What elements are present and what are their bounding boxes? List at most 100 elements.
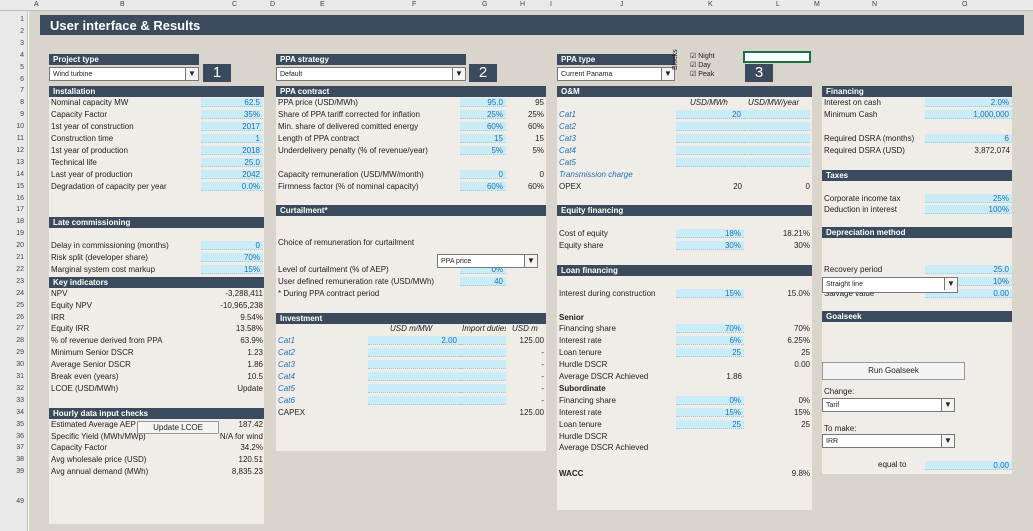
om-usd-mw-year-input[interactable] bbox=[744, 134, 810, 143]
row-header[interactable]: 14 bbox=[16, 171, 24, 178]
equity-input[interactable]: 30% bbox=[676, 241, 744, 251]
row-header[interactable]: 29 bbox=[16, 349, 24, 356]
row-header[interactable]: 3 bbox=[20, 40, 24, 47]
depreciation-input[interactable]: 25.0 bbox=[925, 264, 1012, 274]
update-lcoe-button[interactable]: Update LCOE bbox=[137, 421, 219, 434]
block-day-checkbox[interactable]: ☑ Day bbox=[690, 61, 711, 69]
depreciation-method-dropdown[interactable]: Straight line ▼ bbox=[822, 277, 958, 293]
row-header[interactable]: 7 bbox=[20, 87, 24, 94]
row-header[interactable]: 26 bbox=[16, 314, 24, 321]
column-header[interactable]: L bbox=[776, 1, 780, 8]
column-header[interactable]: F bbox=[412, 1, 416, 8]
ppa-input[interactable]: 0 bbox=[460, 169, 506, 179]
row-header[interactable]: 15 bbox=[16, 183, 24, 190]
installation-input[interactable]: 1 bbox=[201, 134, 263, 143]
late-input[interactable]: 70% bbox=[201, 253, 263, 262]
row-header[interactable]: 2 bbox=[20, 28, 24, 35]
subordinate-input[interactable]: 25 bbox=[676, 419, 744, 429]
investment-duties-input[interactable] bbox=[460, 372, 506, 381]
row-header[interactable]: 49 bbox=[16, 498, 24, 505]
block-peak-checkbox[interactable]: ☑ Peak bbox=[690, 70, 714, 78]
row-header[interactable]: 12 bbox=[16, 147, 24, 154]
investment-duties-input[interactable] bbox=[460, 395, 506, 405]
ppa-input[interactable]: 60% bbox=[460, 181, 506, 191]
row-header[interactable]: 6 bbox=[20, 76, 24, 83]
row-header[interactable]: 21 bbox=[16, 254, 24, 261]
om-usd-mwh-input[interactable] bbox=[676, 134, 744, 143]
installation-input[interactable]: 2042 bbox=[201, 169, 263, 179]
investment-input[interactable] bbox=[368, 372, 460, 381]
row-header[interactable]: 34 bbox=[16, 409, 24, 416]
selected-cell[interactable] bbox=[743, 51, 811, 63]
column-header[interactable]: E bbox=[320, 1, 325, 8]
row-header[interactable]: 10 bbox=[16, 123, 24, 130]
om-usd-mwh-input[interactable] bbox=[676, 122, 744, 132]
row-header[interactable]: 39 bbox=[16, 468, 24, 475]
investment-duties-input[interactable] bbox=[460, 360, 506, 370]
project-type-dropdown[interactable]: Wind turbine ▼ bbox=[49, 67, 199, 81]
row-header[interactable]: 23 bbox=[16, 278, 24, 285]
investment-duties-input[interactable] bbox=[460, 383, 506, 393]
investment-input[interactable] bbox=[368, 383, 460, 393]
financing-input[interactable]: 2.0% bbox=[925, 98, 1012, 108]
column-header[interactable]: A bbox=[34, 1, 39, 8]
column-header[interactable]: D bbox=[270, 1, 275, 8]
row-header[interactable]: 28 bbox=[16, 337, 24, 344]
column-header[interactable]: K bbox=[708, 1, 713, 8]
investment-duties-input[interactable] bbox=[460, 336, 506, 346]
dsra-months-input[interactable]: 6 bbox=[925, 134, 1012, 143]
om-usd-mw-year-input[interactable] bbox=[744, 145, 810, 155]
installation-input[interactable]: 62.5 bbox=[201, 98, 263, 108]
column-header[interactable]: N bbox=[872, 1, 877, 8]
row-header[interactable]: 32 bbox=[16, 385, 24, 392]
om-usd-mw-year-input[interactable] bbox=[744, 157, 810, 167]
curtailment-remuneration-dropdown[interactable]: PPA price ▼ bbox=[437, 254, 538, 268]
om-usd-mw-year-input[interactable] bbox=[744, 122, 810, 132]
ppa-type-dropdown[interactable]: Current Panama ▼ bbox=[557, 67, 675, 81]
financing-input[interactable]: 1,000,000 bbox=[925, 110, 1012, 120]
investment-input[interactable]: 2.00 bbox=[368, 336, 460, 346]
row-header[interactable]: 17 bbox=[16, 206, 24, 213]
row-header[interactable]: 24 bbox=[16, 290, 24, 297]
senior-input[interactable]: 70% bbox=[676, 324, 744, 334]
curtailment-rate-input[interactable]: 40 bbox=[460, 276, 506, 286]
ppa-input[interactable]: 5% bbox=[460, 145, 506, 155]
tax-input[interactable]: 25% bbox=[925, 193, 1012, 203]
goalseek-change-dropdown[interactable]: Tarif ▼ bbox=[822, 398, 955, 412]
equity-input[interactable]: 18% bbox=[676, 229, 744, 239]
senior-input[interactable]: 25 bbox=[676, 348, 744, 358]
tax-input[interactable]: 100% bbox=[925, 205, 1012, 215]
installation-input[interactable]: 2017 bbox=[201, 122, 263, 132]
goalseek-equal-input[interactable]: 0.00 bbox=[925, 461, 1012, 470]
row-header[interactable]: 1 bbox=[20, 16, 24, 23]
om-usd-mwh-input[interactable] bbox=[676, 157, 744, 167]
row-header[interactable]: 20 bbox=[16, 242, 24, 249]
subordinate-input[interactable]: 0% bbox=[676, 395, 744, 405]
row-header[interactable]: 36 bbox=[16, 433, 24, 440]
ppa-input[interactable]: 15 bbox=[460, 134, 506, 143]
investment-input[interactable] bbox=[368, 348, 460, 358]
column-header[interactable]: I bbox=[550, 1, 552, 8]
investment-input[interactable] bbox=[368, 360, 460, 370]
installation-input[interactable]: 0.0% bbox=[201, 181, 263, 191]
om-usd-mwh-input[interactable]: 20 bbox=[676, 110, 744, 120]
row-header[interactable]: 27 bbox=[16, 325, 24, 332]
row-header[interactable]: 31 bbox=[16, 373, 24, 380]
row-header[interactable]: 33 bbox=[16, 397, 24, 404]
row-header[interactable]: 13 bbox=[16, 159, 24, 166]
subordinate-input[interactable]: 15% bbox=[676, 407, 744, 417]
senior-input[interactable]: 6% bbox=[676, 336, 744, 346]
column-header[interactable]: O bbox=[962, 1, 967, 8]
row-header[interactable]: 8 bbox=[20, 99, 24, 106]
row-header[interactable]: 35 bbox=[16, 421, 24, 428]
row-header[interactable]: 25 bbox=[16, 302, 24, 309]
installation-input[interactable]: 35% bbox=[201, 110, 263, 120]
installation-input[interactable]: 2018 bbox=[201, 145, 263, 155]
investment-input[interactable] bbox=[368, 395, 460, 405]
om-usd-mw-year-input[interactable] bbox=[744, 110, 810, 120]
idc-input[interactable]: 15% bbox=[676, 288, 744, 298]
row-header[interactable]: 9 bbox=[20, 111, 24, 118]
late-input[interactable]: 0 bbox=[201, 241, 263, 251]
goalseek-make-dropdown[interactable]: IRR ▼ bbox=[822, 434, 955, 448]
row-header[interactable]: 16 bbox=[16, 195, 24, 202]
